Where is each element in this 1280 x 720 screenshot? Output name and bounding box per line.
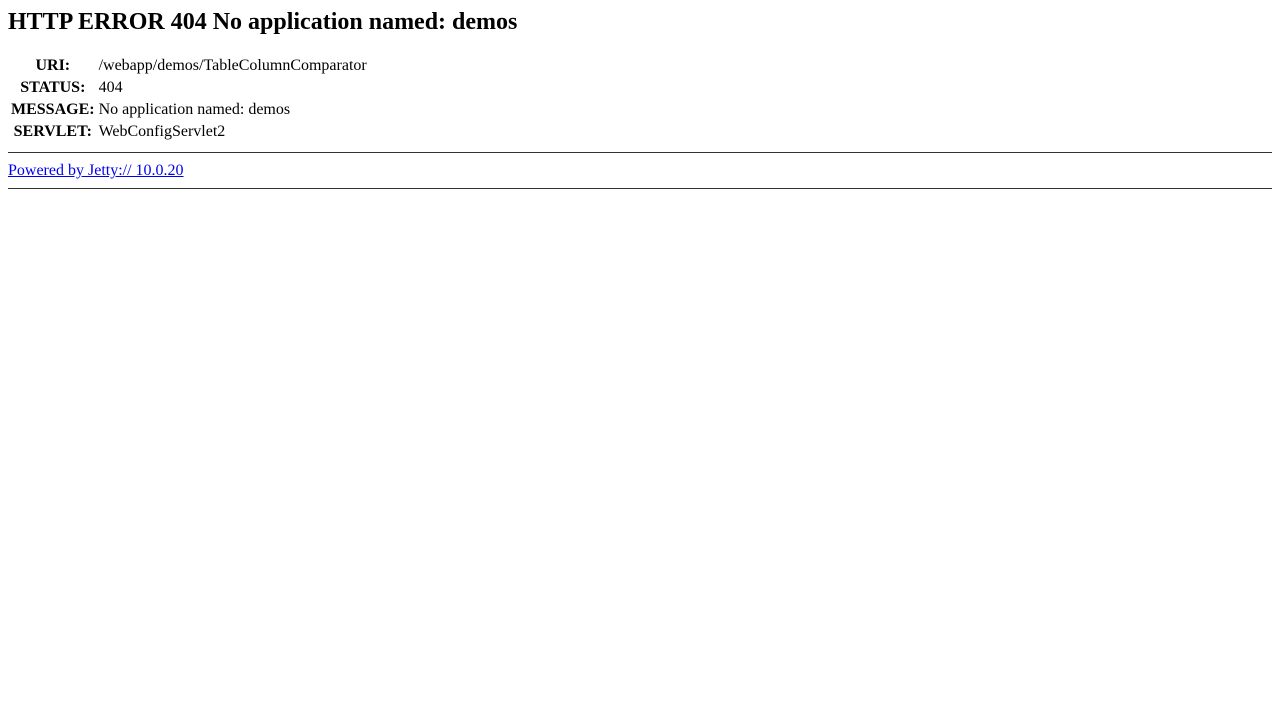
powered-by-jetty-link[interactable]: Powered by Jetty:// 10.0.20 bbox=[8, 162, 184, 179]
table-row: STATUS: 404 bbox=[10, 78, 368, 98]
status-value: 404 bbox=[98, 79, 123, 96]
table-row: URI: /webapp/demos/TableColumnComparator bbox=[10, 56, 368, 76]
servlet-label: SERVLET: bbox=[13, 123, 92, 140]
uri-value: /webapp/demos/TableColumnComparator bbox=[98, 57, 367, 74]
page-title: HTTP ERROR 404 No application named: dem… bbox=[8, 9, 518, 35]
status-label: STATUS: bbox=[20, 79, 86, 96]
servlet-value: WebConfigServlet2 bbox=[98, 123, 226, 140]
uri-label: URI: bbox=[35, 57, 71, 74]
table-row: SERVLET: WebConfigServlet2 bbox=[10, 122, 368, 142]
message-value: No application named: demos bbox=[98, 101, 291, 118]
table-row: MESSAGE: No application named: demos bbox=[10, 100, 368, 120]
message-label: MESSAGE: bbox=[11, 101, 95, 118]
footer: Powered by Jetty:// 10.0.20 bbox=[8, 162, 1272, 180]
error-details-table: URI: /webapp/demos/TableColumnComparator… bbox=[8, 54, 370, 144]
top-divider bbox=[8, 152, 1272, 154]
bottom-divider bbox=[8, 188, 1272, 190]
